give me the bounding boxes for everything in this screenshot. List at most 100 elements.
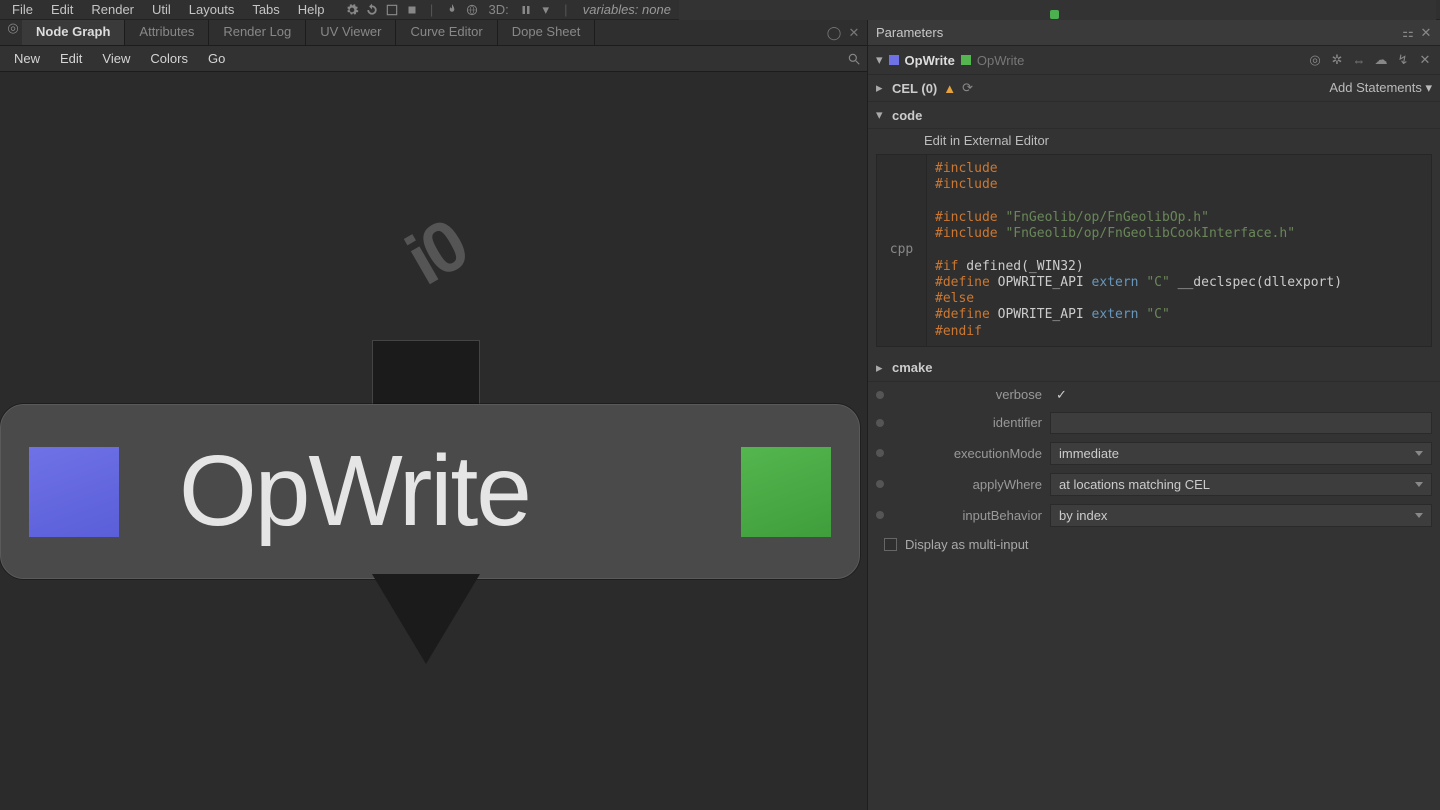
app-menubar: File Edit Render Util Layouts Tabs Help … xyxy=(0,0,1440,20)
multiinput-row[interactable]: Display as multi-input xyxy=(868,531,1440,558)
param-label: inputBehavior xyxy=(892,508,1042,523)
ng-menu-new[interactable]: New xyxy=(6,49,48,68)
gear-icon[interactable] xyxy=(343,1,361,19)
param-inputbehavior: inputBehavior by index xyxy=(868,500,1440,531)
menu-edit[interactable]: Edit xyxy=(43,1,81,18)
tab-node-graph[interactable]: Node Graph xyxy=(22,20,125,45)
render-icon[interactable] xyxy=(383,1,401,19)
wrench-icon[interactable]: ↯ xyxy=(1396,53,1410,67)
param-state-icon[interactable] xyxy=(876,480,884,488)
cmake-group[interactable]: ▸ cmake xyxy=(868,355,1440,382)
tab-render-log[interactable]: Render Log xyxy=(209,20,306,45)
tab-close-icon[interactable]: ✕ xyxy=(847,26,861,40)
panel-close-icon[interactable]: ✕ xyxy=(1420,27,1432,39)
param-state-icon[interactable] xyxy=(876,391,884,399)
code-group[interactable]: ▾ code xyxy=(868,102,1440,129)
panel-tabs: ◎ Node Graph Attributes Render Log UV Vi… xyxy=(0,20,867,46)
node-header-name[interactable]: OpWrite xyxy=(905,53,955,68)
globe-icon[interactable] xyxy=(463,1,481,19)
sep-icon2: | xyxy=(557,1,575,19)
verbose-checkbox[interactable] xyxy=(1050,387,1067,403)
param-state-icon[interactable] xyxy=(876,419,884,427)
tab-gear-icon[interactable]: ◯ xyxy=(827,26,841,40)
tab-anchor-icon[interactable]: ◎ xyxy=(6,20,20,36)
applywhere-dropdown[interactable]: at locations matching CEL xyxy=(1050,473,1432,496)
status-indicator-green xyxy=(1050,10,1059,19)
node-view-flag[interactable] xyxy=(741,447,831,537)
executionmode-dropdown[interactable]: immediate xyxy=(1050,442,1432,465)
io-watermark: i0 xyxy=(393,204,479,301)
menu-util[interactable]: Util xyxy=(144,1,179,18)
identifier-input[interactable] xyxy=(1050,412,1432,434)
param-verbose: verbose xyxy=(868,382,1440,408)
ng-menu-colors[interactable]: Colors xyxy=(142,49,196,68)
code-lang-label: cpp xyxy=(877,155,927,346)
close-icon[interactable]: ✕ xyxy=(1418,53,1432,67)
panel-pin-icon[interactable]: ⚏ xyxy=(1402,27,1414,39)
node-header-type: OpWrite xyxy=(977,53,1024,68)
warning-icon: ▲ xyxy=(943,81,956,96)
menu-render[interactable]: Render xyxy=(83,1,142,18)
stop-icon[interactable] xyxy=(403,1,421,19)
tab-dope-sheet[interactable]: Dope Sheet xyxy=(498,20,596,45)
cmake-disclosure-icon[interactable]: ▸ xyxy=(876,360,886,376)
link-icon[interactable]: ⇔ xyxy=(1352,53,1366,67)
variables-word: variables: xyxy=(583,2,639,17)
bubble-icon[interactable]: ☁ xyxy=(1374,53,1388,67)
parameters-body: ▾ OpWrite OpWrite ◎ ✲ ⇔ ☁ ↯ ✕ ▸ CEL (0) … xyxy=(868,46,1440,810)
code-label: code xyxy=(892,108,922,123)
inputbehavior-dropdown[interactable]: by index xyxy=(1050,504,1432,527)
multiinput-label: Display as multi-input xyxy=(905,537,1029,552)
menu-file[interactable]: File xyxy=(4,1,41,18)
cel-group[interactable]: ▸ CEL (0) ▲ ⟳ Add Statements ▾ xyxy=(868,75,1440,102)
ng-menu-view[interactable]: View xyxy=(94,49,138,68)
title-chevron-icon[interactable]: ▾ xyxy=(1051,0,1058,4)
node-edit-flag[interactable] xyxy=(29,447,119,537)
gear-icon[interactable]: ✲ xyxy=(1330,53,1344,67)
param-state-icon[interactable] xyxy=(876,449,884,457)
parameters-panel-header: Parameters ⚏ ✕ xyxy=(868,20,1440,46)
pause-icon[interactable] xyxy=(517,1,535,19)
node-input-port[interactable] xyxy=(372,340,480,410)
param-label: applyWhere xyxy=(892,477,1042,492)
threed-label: 3D: xyxy=(483,2,515,17)
multiinput-checkbox[interactable] xyxy=(884,538,897,551)
param-label: identifier xyxy=(892,415,1042,430)
edit-flag-icon[interactable] xyxy=(889,55,899,65)
menu-tabs[interactable]: Tabs xyxy=(244,1,287,18)
opwrite-node[interactable]: OpWrite xyxy=(0,404,860,579)
cel-label: CEL (0) xyxy=(892,81,937,96)
param-applywhere: applyWhere at locations matching CEL xyxy=(868,469,1440,500)
disclosure-icon[interactable]: ▾ xyxy=(876,52,883,68)
variables-label[interactable]: variables: none xyxy=(577,2,677,17)
code-disclosure-icon[interactable]: ▾ xyxy=(876,107,886,123)
search-icon[interactable] xyxy=(847,52,861,66)
code-editor[interactable]: cpp #include #include #include "FnGeolib… xyxy=(876,154,1432,347)
refresh-icon[interactable] xyxy=(363,1,381,19)
node-label: OpWrite xyxy=(179,434,530,549)
parameters-title: Parameters xyxy=(876,25,943,40)
refresh-icon[interactable]: ⟳ xyxy=(962,80,973,96)
param-label: executionMode xyxy=(892,446,1042,461)
menu-help[interactable]: Help xyxy=(290,1,333,18)
edit-external-button[interactable]: Edit in External Editor xyxy=(868,129,1440,152)
flame-icon[interactable] xyxy=(443,1,461,19)
node-graph-canvas[interactable]: i0 OpWrite xyxy=(0,72,867,810)
ng-menu-go[interactable]: Go xyxy=(200,49,233,68)
target-icon[interactable]: ◎ xyxy=(1308,53,1322,67)
param-state-icon[interactable] xyxy=(876,511,884,519)
cel-disclosure-icon[interactable]: ▸ xyxy=(876,80,886,96)
node-header-row: ▾ OpWrite OpWrite ◎ ✲ ⇔ ☁ ↯ ✕ xyxy=(868,46,1440,75)
chevron-down-icon[interactable]: ▾ xyxy=(537,1,555,19)
tab-attributes[interactable]: Attributes xyxy=(125,20,209,45)
tab-curve-editor[interactable]: Curve Editor xyxy=(396,20,497,45)
code-text[interactable]: #include #include #include "FnGeolib/op/… xyxy=(927,155,1431,346)
param-identifier: identifier xyxy=(868,408,1440,438)
tab-uv-viewer[interactable]: UV Viewer xyxy=(306,20,396,45)
menu-layouts[interactable]: Layouts xyxy=(181,1,243,18)
node-output-port[interactable] xyxy=(372,574,480,664)
view-flag-icon[interactable] xyxy=(961,55,971,65)
ng-menu-edit[interactable]: Edit xyxy=(52,49,90,68)
add-statements-button[interactable]: Add Statements ▾ xyxy=(1329,80,1432,96)
sep-icon: | xyxy=(423,1,441,19)
